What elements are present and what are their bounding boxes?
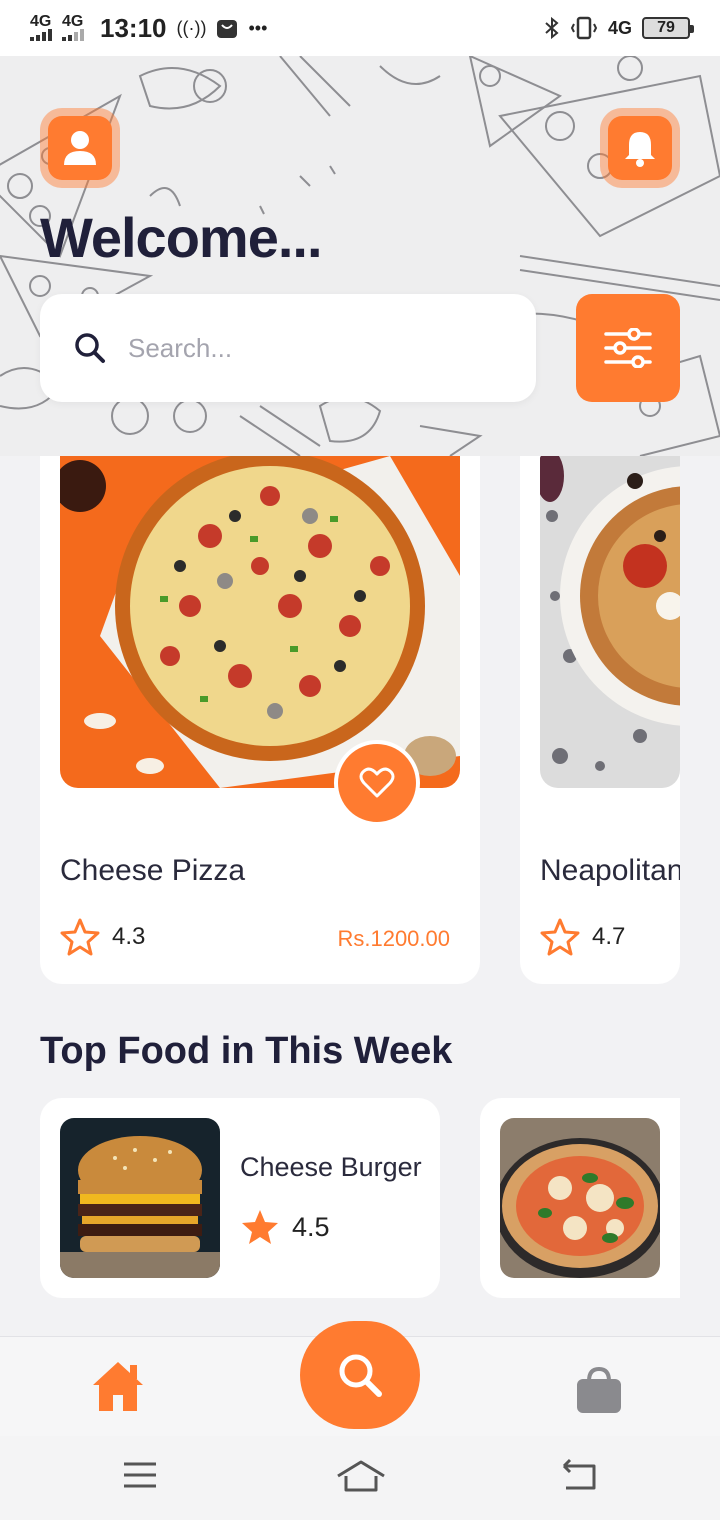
bag-icon — [577, 1366, 621, 1413]
home-outline-icon — [337, 1460, 385, 1492]
food-name: Cheese Burger — [240, 1152, 422, 1182]
nav-home-button[interactable] — [90, 1359, 146, 1418]
vibrate-icon — [570, 16, 598, 40]
margherita-pizza-image — [500, 1118, 660, 1278]
food-price: Rs.1200.00 — [337, 926, 450, 951]
food-rating: 4.7 — [540, 918, 625, 956]
menu-icon — [124, 1462, 156, 1488]
menu-button[interactable] — [122, 1458, 158, 1497]
cheese-burger-image — [60, 1118, 220, 1278]
section-title: Top Food in This Week — [40, 1030, 453, 1072]
rating-value: 4.5 — [292, 1211, 330, 1242]
food-name: Neapolitan — [540, 854, 680, 887]
bluetooth-icon — [545, 16, 559, 40]
network-type-2: 4G — [62, 13, 84, 30]
signal-1: 4G — [30, 13, 52, 41]
signal-2: 4G — [62, 13, 84, 41]
search-icon — [75, 333, 105, 363]
home-system-button[interactable] — [336, 1458, 386, 1499]
home-icon — [93, 1362, 143, 1411]
battery-level: 79 — [657, 19, 675, 36]
food-card[interactable]: Neapolitan 4.7 — [520, 456, 680, 984]
rating-value: 4.7 — [592, 923, 626, 950]
search-bar[interactable] — [40, 294, 536, 402]
more-notifications-icon: ••• — [248, 17, 268, 38]
network-type-1: 4G — [30, 13, 52, 30]
food-card[interactable]: Cheese Pizza 4.3 Rs.1200.00 — [40, 456, 480, 984]
top-food-card[interactable] — [480, 1098, 680, 1298]
network-type-3: 4G — [607, 17, 632, 38]
bottom-navigation — [0, 1321, 720, 1436]
star-outline-icon — [540, 918, 580, 956]
food-rating: 4.5 — [240, 1208, 330, 1246]
food-name: Cheese Pizza — [60, 854, 246, 887]
sliders-icon — [604, 328, 652, 368]
nav-search-button[interactable] — [300, 1321, 420, 1429]
nav-cart-button[interactable] — [574, 1365, 624, 1420]
star-filled-icon — [242, 1210, 278, 1244]
heart-icon — [359, 767, 395, 798]
star-outline-icon — [60, 918, 100, 956]
search-icon — [339, 1354, 382, 1397]
favorite-button[interactable] — [334, 740, 420, 826]
notifications-button[interactable] — [608, 116, 672, 180]
page-title: Welcome... — [40, 206, 323, 269]
top-food-card[interactable]: Cheese Burger 4.5 — [40, 1098, 440, 1298]
hotspot-icon: ((·)) — [176, 17, 207, 38]
system-navigation-bar — [0, 1436, 720, 1520]
battery-indicator: 79 — [642, 17, 694, 39]
back-button[interactable] — [560, 1458, 600, 1497]
rating-value: 4.3 — [112, 923, 146, 950]
profile-button[interactable] — [48, 116, 112, 180]
shopping-notification-icon — [217, 20, 238, 38]
filter-button[interactable] — [576, 294, 680, 402]
back-icon — [562, 1458, 596, 1490]
clock: 13:10 — [100, 12, 167, 43]
status-bar: 4G 4G 13:10 ((·)) ••• 4G 79 — [0, 0, 720, 56]
neapolitan-pizza-image — [540, 456, 680, 788]
food-rating: 4.3 — [60, 918, 145, 956]
bell-icon — [625, 132, 655, 167]
user-icon — [64, 131, 96, 165]
cheese-pizza-image — [60, 456, 460, 788]
search-input[interactable] — [128, 332, 488, 364]
